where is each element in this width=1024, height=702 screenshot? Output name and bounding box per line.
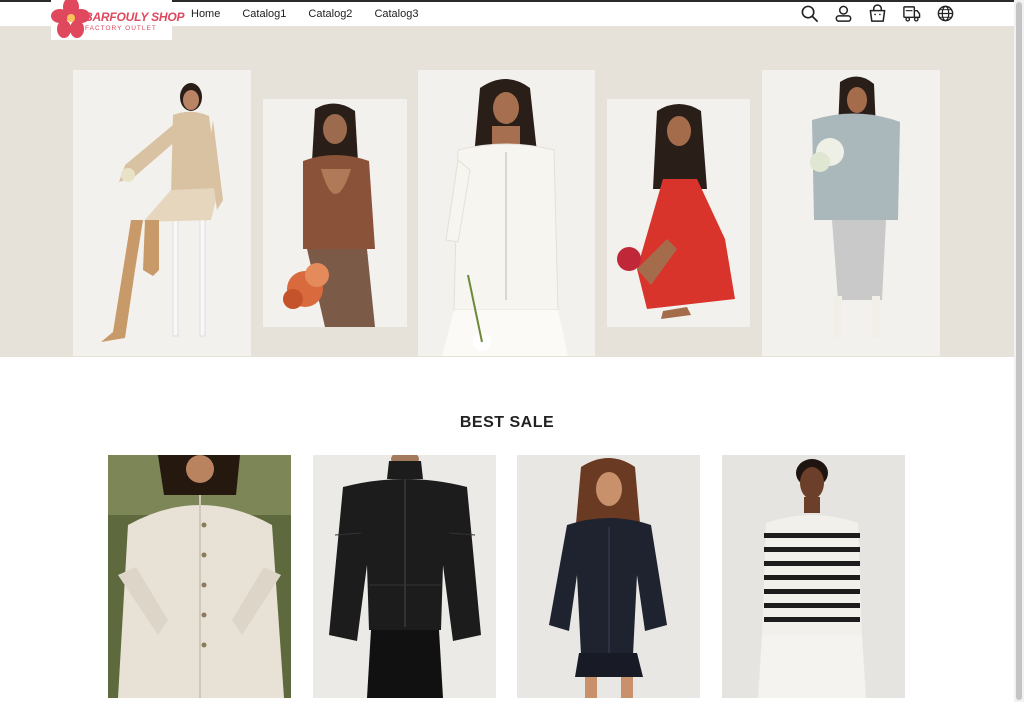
product-card-cardigan[interactable] [108,455,291,698]
product-card-striped-top[interactable] [722,455,905,698]
search-icon[interactable] [800,4,819,23]
brand-logo[interactable]: BARFOULY SHOP FACTORY OUTLET [51,0,184,40]
product-card-puffer-jacket[interactable] [313,455,496,698]
main-nav: Home Catalog1 Catalog2 Catalog3 [191,8,418,20]
brand-name: BARFOULY SHOP [84,10,185,24]
nav-link-catalog3[interactable]: Catalog3 [374,8,418,20]
shopping-bag-icon[interactable] [868,3,887,23]
hero-banner[interactable] [0,26,1014,357]
scrollbar-thumb[interactable] [1016,2,1022,700]
nav-link-catalog1[interactable]: Catalog1 [242,8,286,20]
hero-model-beige [73,70,251,356]
hero-model-grey [762,70,940,356]
hero-model-brown [263,99,407,327]
nav-link-catalog2[interactable]: Catalog2 [308,8,352,20]
header-icons [800,2,955,24]
best-sale-heading: BEST SALE [459,414,555,431]
shipping-truck-icon[interactable] [902,4,921,23]
hero-model-red [607,99,750,327]
product-card-romper[interactable] [517,455,700,698]
nav-link-home[interactable]: Home [191,8,220,20]
language-globe-icon[interactable] [936,4,955,23]
brand-tagline: FACTORY OUTLET [85,25,157,32]
account-icon[interactable] [834,4,853,23]
hero-model-white [418,70,595,356]
